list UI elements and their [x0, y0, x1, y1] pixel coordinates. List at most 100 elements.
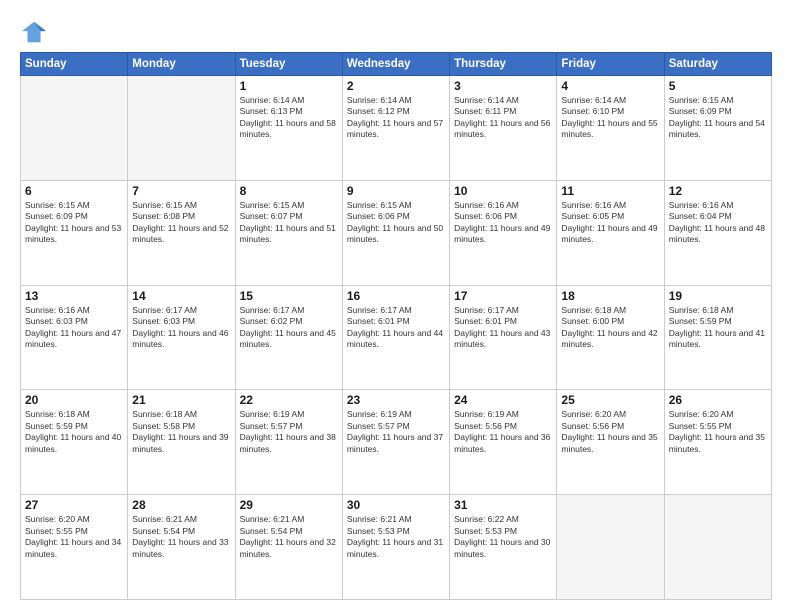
calendar-header-row: SundayMondayTuesdayWednesdayThursdayFrid… [21, 53, 772, 76]
day-number: 26 [669, 393, 767, 407]
calendar-week-3: 13 Sunrise: 6:16 AM Sunset: 6:03 PM Dayli… [21, 285, 772, 390]
cell-info: Sunrise: 6:15 AM Sunset: 6:08 PM Dayligh… [132, 200, 230, 246]
calendar-cell: 19 Sunrise: 6:18 AM Sunset: 5:59 PM Dayli… [664, 285, 771, 390]
col-header-thursday: Thursday [450, 53, 557, 76]
day-number: 22 [240, 393, 338, 407]
calendar-cell: 31 Sunrise: 6:22 AM Sunset: 5:53 PM Dayli… [450, 495, 557, 600]
calendar-cell: 3 Sunrise: 6:14 AM Sunset: 6:11 PM Daylig… [450, 76, 557, 181]
calendar-cell: 9 Sunrise: 6:15 AM Sunset: 6:06 PM Daylig… [342, 180, 449, 285]
calendar-cell: 11 Sunrise: 6:16 AM Sunset: 6:05 PM Dayli… [557, 180, 664, 285]
header [20, 18, 772, 46]
day-number: 1 [240, 79, 338, 93]
cell-info: Sunrise: 6:16 AM Sunset: 6:03 PM Dayligh… [25, 305, 123, 351]
logo [20, 18, 52, 46]
cell-info: Sunrise: 6:17 AM Sunset: 6:02 PM Dayligh… [240, 305, 338, 351]
calendar-cell [128, 76, 235, 181]
day-number: 16 [347, 289, 445, 303]
cell-info: Sunrise: 6:19 AM Sunset: 5:57 PM Dayligh… [240, 409, 338, 455]
day-number: 20 [25, 393, 123, 407]
cell-info: Sunrise: 6:18 AM Sunset: 6:00 PM Dayligh… [561, 305, 659, 351]
col-header-friday: Friday [557, 53, 664, 76]
cell-info: Sunrise: 6:16 AM Sunset: 6:05 PM Dayligh… [561, 200, 659, 246]
day-number: 4 [561, 79, 659, 93]
cell-info: Sunrise: 6:20 AM Sunset: 5:56 PM Dayligh… [561, 409, 659, 455]
cell-info: Sunrise: 6:22 AM Sunset: 5:53 PM Dayligh… [454, 514, 552, 560]
day-number: 13 [25, 289, 123, 303]
day-number: 21 [132, 393, 230, 407]
calendar-cell: 20 Sunrise: 6:18 AM Sunset: 5:59 PM Dayli… [21, 390, 128, 495]
cell-info: Sunrise: 6:15 AM Sunset: 6:07 PM Dayligh… [240, 200, 338, 246]
cell-info: Sunrise: 6:16 AM Sunset: 6:06 PM Dayligh… [454, 200, 552, 246]
cell-info: Sunrise: 6:15 AM Sunset: 6:06 PM Dayligh… [347, 200, 445, 246]
day-number: 23 [347, 393, 445, 407]
day-number: 2 [347, 79, 445, 93]
day-number: 18 [561, 289, 659, 303]
calendar-cell: 24Sunrise: 6:19 AM Sunset: 5:56 PM Dayli… [450, 390, 557, 495]
col-header-sunday: Sunday [21, 53, 128, 76]
day-number: 25 [561, 393, 659, 407]
day-number: 6 [25, 184, 123, 198]
cell-info: Sunrise: 6:17 AM Sunset: 6:03 PM Dayligh… [132, 305, 230, 351]
calendar-cell: 25 Sunrise: 6:20 AM Sunset: 5:56 PM Dayli… [557, 390, 664, 495]
calendar-cell: 28 Sunrise: 6:21 AM Sunset: 5:54 PM Dayli… [128, 495, 235, 600]
calendar-week-4: 20 Sunrise: 6:18 AM Sunset: 5:59 PM Dayli… [21, 390, 772, 495]
day-number: 31 [454, 498, 552, 512]
calendar-cell: 5 Sunrise: 6:15 AM Sunset: 6:09 PM Daylig… [664, 76, 771, 181]
cell-info: Sunrise: 6:20 AM Sunset: 5:55 PM Dayligh… [25, 514, 123, 560]
cell-info: Sunrise: 6:17 AM Sunset: 6:01 PM Dayligh… [347, 305, 445, 351]
cell-info: Sunrise: 6:18 AM Sunset: 5:58 PM Dayligh… [132, 409, 230, 455]
day-number: 9 [347, 184, 445, 198]
calendar-week-2: 6 Sunrise: 6:15 AM Sunset: 6:09 PM Daylig… [21, 180, 772, 285]
calendar-cell: 10 Sunrise: 6:16 AM Sunset: 6:06 PM Dayli… [450, 180, 557, 285]
calendar-cell: 4 Sunrise: 6:14 AM Sunset: 6:10 PM Daylig… [557, 76, 664, 181]
calendar-cell: 17 Sunrise: 6:17 AM Sunset: 6:01 PM Dayli… [450, 285, 557, 390]
day-number: 14 [132, 289, 230, 303]
col-header-monday: Monday [128, 53, 235, 76]
logo-icon [20, 18, 48, 46]
calendar-cell: 1 Sunrise: 6:14 AM Sunset: 6:13 PM Daylig… [235, 76, 342, 181]
cell-info: Sunrise: 6:20 AM Sunset: 5:55 PM Dayligh… [669, 409, 767, 455]
day-number: 10 [454, 184, 552, 198]
calendar-cell: 2 Sunrise: 6:14 AM Sunset: 6:12 PM Daylig… [342, 76, 449, 181]
day-number: 30 [347, 498, 445, 512]
day-number: 19 [669, 289, 767, 303]
calendar-cell: 15 Sunrise: 6:17 AM Sunset: 6:02 PM Dayli… [235, 285, 342, 390]
cell-info: Sunrise: 6:18 AM Sunset: 5:59 PM Dayligh… [669, 305, 767, 351]
calendar-cell: 23 Sunrise: 6:19 AM Sunset: 5:57 PM Dayli… [342, 390, 449, 495]
col-header-saturday: Saturday [664, 53, 771, 76]
calendar-cell: 6 Sunrise: 6:15 AM Sunset: 6:09 PM Daylig… [21, 180, 128, 285]
calendar-cell: 18 Sunrise: 6:18 AM Sunset: 6:00 PM Dayli… [557, 285, 664, 390]
cell-info: Sunrise: 6:14 AM Sunset: 6:11 PM Dayligh… [454, 95, 552, 141]
calendar-cell [664, 495, 771, 600]
cell-info: Sunrise: 6:14 AM Sunset: 6:10 PM Dayligh… [561, 95, 659, 141]
day-number: 17 [454, 289, 552, 303]
calendar-cell: 21 Sunrise: 6:18 AM Sunset: 5:58 PM Dayli… [128, 390, 235, 495]
cell-info: Sunrise: 6:19 AM Sunset: 5:56 PM Dayligh… [454, 409, 552, 455]
cell-info: Sunrise: 6:15 AM Sunset: 6:09 PM Dayligh… [669, 95, 767, 141]
col-header-tuesday: Tuesday [235, 53, 342, 76]
day-number: 15 [240, 289, 338, 303]
calendar-cell: 27Sunrise: 6:20 AM Sunset: 5:55 PM Dayli… [21, 495, 128, 600]
day-number: 5 [669, 79, 767, 93]
day-number: 29 [240, 498, 338, 512]
calendar-cell: 14 Sunrise: 6:17 AM Sunset: 6:03 PM Dayli… [128, 285, 235, 390]
day-number: 8 [240, 184, 338, 198]
calendar-cell: 7Sunrise: 6:15 AM Sunset: 6:08 PM Daylig… [128, 180, 235, 285]
cell-info: Sunrise: 6:18 AM Sunset: 5:59 PM Dayligh… [25, 409, 123, 455]
cell-info: Sunrise: 6:17 AM Sunset: 6:01 PM Dayligh… [454, 305, 552, 351]
calendar-cell [21, 76, 128, 181]
cell-info: Sunrise: 6:15 AM Sunset: 6:09 PM Dayligh… [25, 200, 123, 246]
cell-info: Sunrise: 6:21 AM Sunset: 5:54 PM Dayligh… [240, 514, 338, 560]
cell-info: Sunrise: 6:14 AM Sunset: 6:12 PM Dayligh… [347, 95, 445, 141]
day-number: 11 [561, 184, 659, 198]
calendar-cell: 13 Sunrise: 6:16 AM Sunset: 6:03 PM Dayli… [21, 285, 128, 390]
cell-info: Sunrise: 6:19 AM Sunset: 5:57 PM Dayligh… [347, 409, 445, 455]
calendar-cell: 12Sunrise: 6:16 AM Sunset: 6:04 PM Dayli… [664, 180, 771, 285]
calendar-cell: 8 Sunrise: 6:15 AM Sunset: 6:07 PM Daylig… [235, 180, 342, 285]
cell-info: Sunrise: 6:21 AM Sunset: 5:53 PM Dayligh… [347, 514, 445, 560]
day-number: 3 [454, 79, 552, 93]
day-number: 28 [132, 498, 230, 512]
calendar-cell: 30 Sunrise: 6:21 AM Sunset: 5:53 PM Dayli… [342, 495, 449, 600]
cell-info: Sunrise: 6:14 AM Sunset: 6:13 PM Dayligh… [240, 95, 338, 141]
cell-info: Sunrise: 6:21 AM Sunset: 5:54 PM Dayligh… [132, 514, 230, 560]
